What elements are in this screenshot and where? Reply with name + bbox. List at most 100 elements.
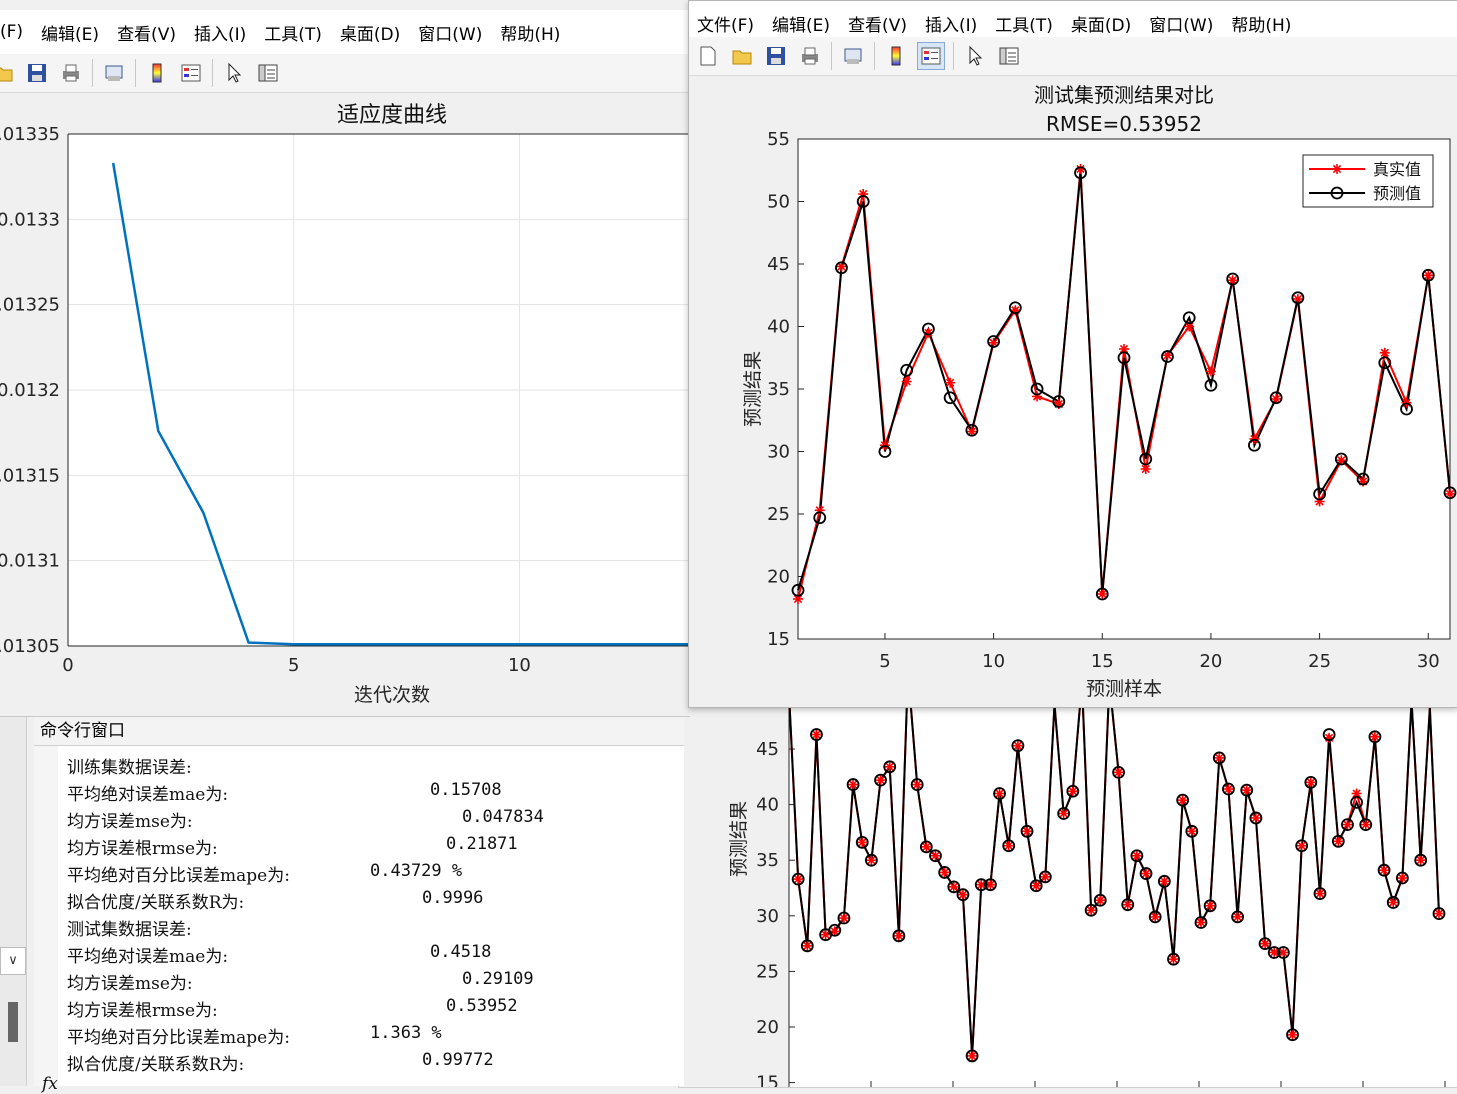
chart-subtitle: RMSE=0.53952 bbox=[1046, 112, 1202, 136]
menu-insert[interactable]: 插入(I) bbox=[925, 11, 977, 36]
toolbar-separator bbox=[92, 59, 93, 87]
chart-title: 测试集预测结果对比 bbox=[1034, 83, 1214, 107]
command-output-value: 0.29109 bbox=[462, 969, 534, 989]
x-tick-label: 0 bbox=[62, 655, 73, 676]
true-value-marker bbox=[945, 377, 956, 388]
menu-window[interactable]: 窗口(W) bbox=[1149, 11, 1213, 36]
y-tick-label: 55 bbox=[767, 129, 790, 150]
menu-desktop[interactable]: 桌面(D) bbox=[340, 20, 400, 45]
command-output-value: 0.4518 bbox=[430, 942, 492, 962]
command-output-value: 0.21871 bbox=[446, 834, 518, 854]
menu-tools[interactable]: 工具(T) bbox=[264, 20, 322, 45]
property-inspector-icon[interactable] bbox=[996, 43, 1022, 69]
menu-view[interactable]: 查看(V) bbox=[848, 11, 907, 36]
command-output-value: 0.9996 bbox=[422, 888, 484, 908]
left-panel-edge: ∨ bbox=[0, 717, 27, 1086]
menu-window[interactable]: 窗口(W) bbox=[418, 20, 482, 45]
y-axis-label: 预测结果 bbox=[728, 801, 750, 877]
y-tick-label: 30 bbox=[767, 442, 790, 463]
y-tick-label: 40 bbox=[756, 795, 779, 816]
y-tick-label: 50 bbox=[767, 192, 790, 213]
x-tick-label: 25 bbox=[1308, 651, 1331, 672]
colorbar-icon[interactable] bbox=[883, 43, 909, 69]
legend-label: 预测值 bbox=[1373, 184, 1421, 203]
y-tick-label: 30 bbox=[756, 906, 779, 927]
command-gutter bbox=[34, 746, 58, 1086]
open-folder-icon[interactable] bbox=[0, 60, 16, 86]
open-folder-icon[interactable] bbox=[729, 43, 755, 69]
print-preview-icon[interactable] bbox=[101, 60, 127, 86]
x-tick-label: 5 bbox=[288, 655, 299, 676]
scrollbar-thumb[interactable] bbox=[8, 1002, 18, 1042]
y-tick-label: 40 bbox=[767, 317, 790, 338]
fitness-menubar: (F) 编辑(E) 查看(V) 插入(I) 工具(T) 桌面(D) 窗口(W) … bbox=[0, 10, 690, 54]
print-icon[interactable] bbox=[58, 60, 84, 86]
command-output-value: 0.99772 bbox=[422, 1050, 494, 1070]
true-value-marker bbox=[901, 376, 912, 387]
command-output-label: 均方误差mse为: bbox=[67, 974, 193, 994]
fitness-figure-window: (F) 编辑(E) 查看(V) 插入(I) 工具(T) 桌面(D) 窗口(W) … bbox=[0, 10, 690, 717]
fitness-toolbar bbox=[0, 54, 690, 93]
y-tick-label: 20 bbox=[767, 567, 790, 588]
menu-file[interactable]: 文件(F) bbox=[697, 11, 754, 36]
plot-area bbox=[797, 138, 1451, 640]
x-axis-label: 迭代次数 bbox=[354, 684, 430, 706]
x-tick-label: 10 bbox=[508, 655, 531, 676]
pointer-icon[interactable] bbox=[221, 60, 247, 86]
x-tick-label: 10 bbox=[982, 651, 1005, 672]
save-icon[interactable] bbox=[24, 60, 50, 86]
new-figure-icon[interactable] bbox=[695, 43, 721, 69]
y-tick-label: 35 bbox=[767, 379, 790, 400]
true-value-marker bbox=[1140, 464, 1151, 474]
command-output-label: 平均绝对误差mae为: bbox=[67, 785, 229, 805]
legend-star-marker bbox=[1332, 164, 1342, 174]
chevron-down-icon[interactable]: ∨ bbox=[0, 947, 26, 975]
pointer-icon[interactable] bbox=[962, 43, 988, 69]
test-figure-window: 文件(F) 编辑(E) 查看(V) 插入(I) 工具(T) 桌面(D) 窗口(W… bbox=[688, 0, 1457, 708]
y-tick-label: 0.0131 bbox=[0, 551, 60, 572]
command-output-label: 平均绝对误差mae为: bbox=[67, 947, 229, 967]
x-tick-label: 30 bbox=[1417, 651, 1440, 672]
save-icon[interactable] bbox=[763, 43, 789, 69]
legend-icon[interactable] bbox=[917, 42, 945, 70]
test-chart: 5 10 15 20 25 30 15 20 25 30 35 40 45 50 55 测试集预测结果对比 RM… bbox=[742, 83, 1457, 700]
command-output-value: 0.047834 bbox=[462, 807, 544, 827]
y-tick-label: .01325 bbox=[0, 295, 60, 316]
command-window-title: 命令行窗口 bbox=[34, 717, 684, 746]
menu-help[interactable]: 帮助(H) bbox=[1231, 11, 1291, 36]
menu-help[interactable]: 帮助(H) bbox=[500, 20, 560, 45]
menu-insert[interactable]: 插入(I) bbox=[194, 20, 246, 45]
command-output-value: 0.43729 % bbox=[370, 861, 463, 881]
y-axis-label: 预测结果 bbox=[742, 351, 764, 427]
menu-edit[interactable]: 编辑(E) bbox=[41, 20, 99, 45]
y-tick-label: 20 bbox=[756, 1017, 779, 1038]
command-window: 命令行窗口 训练集数据误差: 平均绝对误差mae为: 0.15708 均方误差mse为… bbox=[34, 717, 684, 1094]
y-tick-label: 45 bbox=[767, 254, 790, 275]
property-inspector-icon[interactable] bbox=[255, 60, 281, 86]
menu-tools[interactable]: 工具(T) bbox=[995, 11, 1053, 36]
print-icon[interactable] bbox=[797, 43, 823, 69]
y-tick-label: 25 bbox=[767, 504, 790, 525]
menu-file[interactable]: (F) bbox=[0, 22, 23, 42]
y-tick-label: .01315 bbox=[0, 465, 60, 486]
y-tick-label: 25 bbox=[756, 961, 779, 982]
y-tick-label: .01335 bbox=[0, 124, 60, 145]
test-toolbar bbox=[689, 37, 1457, 76]
menu-view[interactable]: 查看(V) bbox=[117, 20, 176, 45]
command-output-label: 均方误差mse为: bbox=[67, 812, 193, 832]
menu-desktop[interactable]: 桌面(D) bbox=[1071, 11, 1131, 36]
command-output-label: 拟合优度/关联系数R为: bbox=[67, 893, 245, 913]
true-value-marker bbox=[1379, 347, 1390, 358]
command-output-value: 0.15708 bbox=[430, 780, 502, 800]
y-tick-label: 15 bbox=[756, 1073, 779, 1087]
command-output-label: 测试集数据误差: bbox=[67, 920, 192, 940]
fitness-chart: 0 5 10 .01335 0.0133 .01325 0.0132 .01315 0.0131… bbox=[0, 103, 690, 706]
toolbar-separator bbox=[953, 42, 954, 70]
legend-icon[interactable] bbox=[178, 60, 204, 86]
menu-edit[interactable]: 编辑(E) bbox=[772, 11, 830, 36]
command-output-label: 平均绝对百分比误差mape为: bbox=[67, 866, 290, 886]
y-tick-label: 45 bbox=[756, 739, 779, 760]
colorbar-icon[interactable] bbox=[144, 60, 170, 86]
print-preview-icon[interactable] bbox=[840, 43, 866, 69]
command-prompt[interactable]: fx bbox=[42, 1074, 58, 1094]
